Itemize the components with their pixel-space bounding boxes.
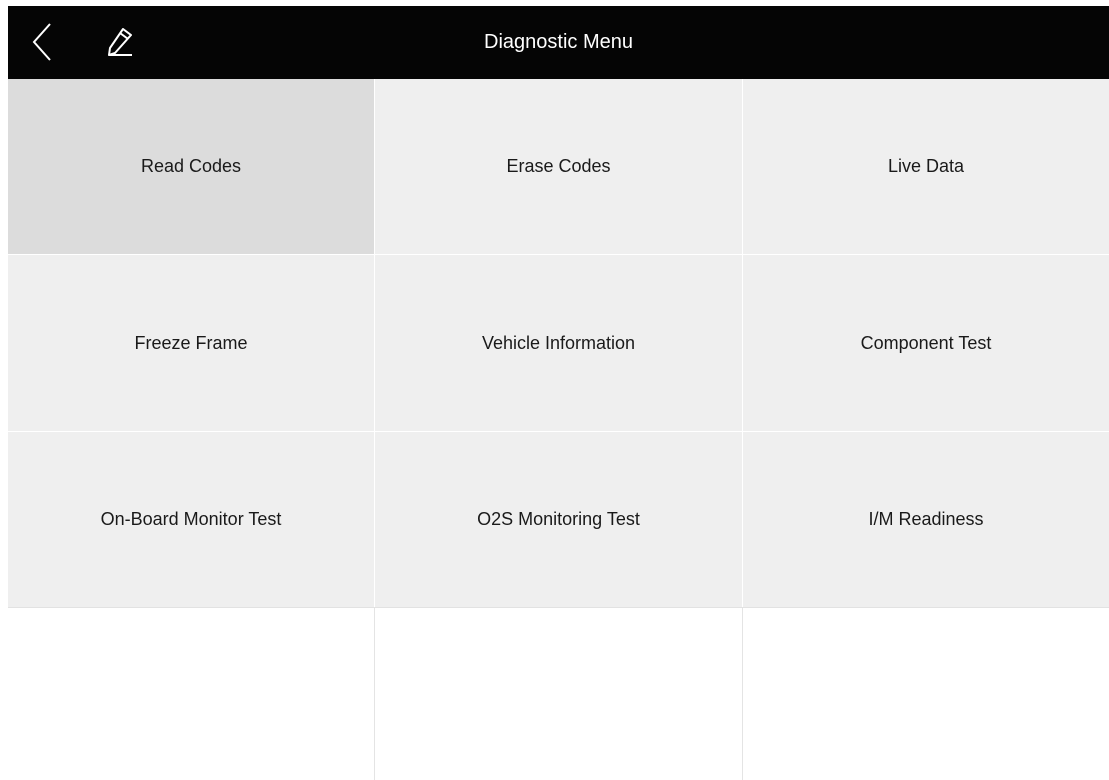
top-bar: Diagnostic Menu <box>8 6 1109 79</box>
menu-item-erase-codes[interactable]: Erase Codes <box>375 79 742 254</box>
grid-divider <box>8 607 1109 608</box>
diagnostic-screen: Diagnostic Menu Read Codes Erase Codes L… <box>8 6 1109 780</box>
empty-cell <box>8 608 374 780</box>
edit-button[interactable] <box>100 22 140 62</box>
back-button[interactable] <box>22 20 62 64</box>
menu-item-component-test[interactable]: Component Test <box>743 255 1109 431</box>
empty-cell <box>743 608 1109 780</box>
empty-cell <box>375 608 742 780</box>
menu-item-im-readiness[interactable]: I/M Readiness <box>743 432 1109 607</box>
menu-grid: Read Codes Erase Codes Live Data Freeze … <box>8 79 1109 780</box>
menu-item-live-data[interactable]: Live Data <box>743 79 1109 254</box>
menu-item-read-codes[interactable]: Read Codes <box>8 79 374 254</box>
menu-item-o2s-monitoring-test[interactable]: O2S Monitoring Test <box>375 432 742 607</box>
pencil-icon <box>108 28 132 56</box>
grid-divider <box>374 608 375 780</box>
chevron-left-icon <box>32 23 51 61</box>
page-title: Diagnostic Menu <box>484 31 633 53</box>
menu-item-on-board-monitor-test[interactable]: On-Board Monitor Test <box>8 432 374 607</box>
grid-divider <box>742 608 743 780</box>
menu-item-vehicle-information[interactable]: Vehicle Information <box>375 255 742 431</box>
menu-item-freeze-frame[interactable]: Freeze Frame <box>8 255 374 431</box>
